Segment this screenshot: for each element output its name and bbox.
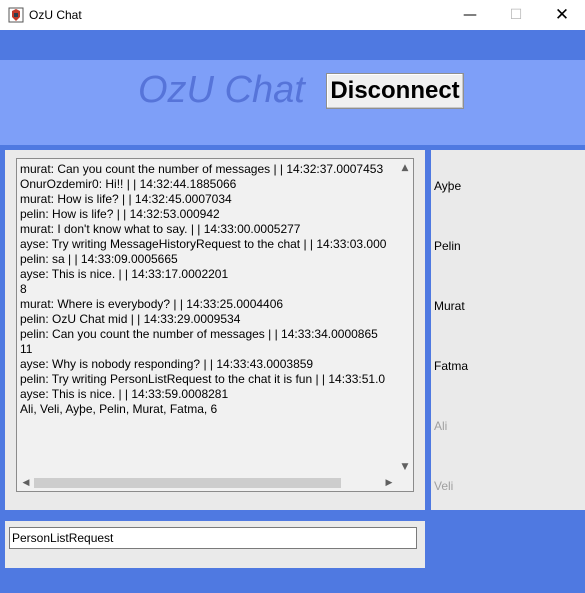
message-line: ayse: Why is nobody responding? | | 14:3… — [20, 357, 314, 371]
message-list: murat: Can you count the number of messa… — [18, 160, 397, 417]
message-line: OnurOzdemir0: Hi!! | | 14:32:44.1885066 — [20, 177, 237, 191]
horizontal-scroll-thumb[interactable] — [34, 478, 341, 488]
message-line: pelin: Try writing PersonListRequest to … — [20, 372, 386, 386]
message-line: 11 — [20, 342, 33, 356]
message-line: murat: Can you count the number of messa… — [20, 162, 384, 176]
message-line: pelin: How is life? | | 14:32:53.000942 — [20, 207, 220, 221]
message-scroll-pane[interactable]: murat: Can you count the number of messa… — [16, 158, 414, 492]
message-line: murat: Where is everybody? | | 14:33:25.… — [20, 297, 284, 311]
java-app-icon — [8, 7, 24, 23]
horizontal-scrollbar[interactable]: ◀ ▶ — [18, 475, 397, 491]
message-line: pelin: sa | | 14:33:09.0005665 — [20, 252, 178, 266]
scroll-right-arrow-icon[interactable]: ▶ — [381, 475, 397, 491]
message-line: ayse: This is nice. | | 14:33:17.0002201 — [20, 267, 229, 281]
person-item[interactable]: Fatma — [434, 359, 468, 373]
app-title: OzU Chat — [138, 69, 305, 111]
message-line: ayse: This is nice. | | 14:33:59.0008281 — [20, 387, 229, 401]
vertical-scroll-thumb[interactable] — [398, 176, 412, 459]
message-input[interactable] — [9, 527, 417, 549]
scroll-corner — [397, 475, 413, 491]
people-panel: Ayþe Pelin Murat Fatma Ali Veli — [431, 150, 585, 510]
window-titlebar: OzU Chat — ☐ ✕ — [0, 0, 585, 30]
message-viewport: murat: Can you count the number of messa… — [18, 160, 397, 475]
person-item[interactable]: Pelin — [434, 239, 461, 253]
maximize-icon: ☐ — [509, 7, 523, 23]
message-line: 8 — [20, 282, 27, 296]
disconnect-button[interactable]: Disconnect — [326, 73, 464, 109]
close-icon: ✕ — [554, 5, 570, 25]
scroll-down-arrow-icon[interactable]: ▼ — [397, 459, 413, 475]
message-panel: murat: Can you count the number of messa… — [5, 150, 425, 510]
header-panel: OzU Chat Disconnect — [0, 60, 585, 145]
message-line: murat: How is life? | | 14:32:45.0007034 — [20, 192, 232, 206]
maximize-button[interactable]: ☐ — [493, 0, 539, 30]
window-title: OzU Chat — [29, 8, 82, 22]
scroll-left-arrow-icon[interactable]: ◀ — [18, 475, 34, 491]
minimize-button[interactable]: — — [447, 0, 493, 30]
person-item[interactable]: Murat — [434, 299, 465, 313]
message-line: ayse: Try writing MessageHistoryRequest … — [20, 237, 387, 251]
close-button[interactable]: ✕ — [539, 0, 585, 30]
message-line: Ali, Veli, Ayþe, Pelin, Murat, Fatma, 6 — [20, 402, 218, 416]
message-line: pelin: OzU Chat mid | | 14:33:29.0009534 — [20, 312, 241, 326]
input-panel — [5, 521, 425, 568]
person-item[interactable]: Ali — [434, 419, 447, 433]
person-item[interactable]: Ayþe — [434, 179, 461, 193]
vertical-scrollbar[interactable]: ▲ ▼ — [397, 160, 413, 475]
scroll-up-arrow-icon[interactable]: ▲ — [397, 160, 413, 176]
top-blue-band — [0, 30, 585, 60]
message-line: pelin: Can you count the number of messa… — [20, 327, 378, 341]
main-area: murat: Can you count the number of messa… — [0, 145, 585, 593]
minimize-icon: — — [463, 7, 477, 23]
person-item[interactable]: Veli — [434, 479, 453, 493]
message-line: murat: I don't know what to say. | | 14:… — [20, 222, 301, 236]
